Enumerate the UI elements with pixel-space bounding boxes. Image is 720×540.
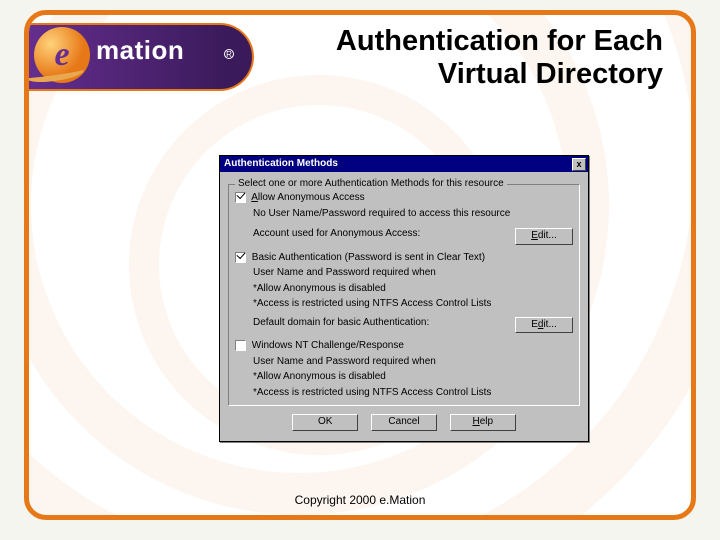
dialog-body: Select one or more Authentication Method… — [220, 172, 588, 441]
copyright: Copyright 2000 e.Mation — [29, 493, 691, 507]
basic-domain-label: Default domain for basic Authentication: — [253, 317, 429, 328]
anon-edit-button[interactable]: Edit... — [515, 228, 573, 245]
ntlm-label: Windows NT Challenge/Response — [252, 340, 404, 351]
basic-line3: *Access is restricted using NTFS Access … — [253, 298, 573, 311]
dialog-titlebar[interactable]: Authentication Methods x — [220, 156, 588, 172]
checkbox-ntlm[interactable] — [235, 340, 246, 351]
logo-text: mation — [96, 37, 184, 63]
basic-line1: User Name and Password required when — [253, 267, 573, 280]
auth-group: Select one or more Authentication Method… — [228, 184, 580, 406]
group-legend: Select one or more Authentication Method… — [235, 178, 507, 191]
anon-account-label: Account used for Anonymous Access: — [253, 228, 420, 239]
registered-icon: R — [224, 49, 234, 59]
anon-row: Allow Anonymous Access — [235, 192, 573, 205]
anon-desc: No User Name/Password required to access… — [253, 208, 573, 221]
anon-label: Allow Anonymous Access — [251, 192, 364, 203]
dialog-buttons: OK Cancel Help — [228, 406, 580, 433]
checkbox-basic[interactable] — [235, 252, 246, 263]
cancel-button[interactable]: Cancel — [371, 414, 437, 431]
help-button[interactable]: Help — [450, 414, 516, 431]
auth-methods-dialog: Authentication Methods x Select one or m… — [219, 155, 589, 442]
basic-row: Basic Authentication (Password is sent i… — [235, 252, 573, 265]
ntlm-line3: *Access is restricted using NTFS Access … — [253, 387, 573, 400]
close-button[interactable]: x — [572, 158, 586, 171]
ok-button[interactable]: OK — [292, 414, 358, 431]
checkbox-anonymous[interactable] — [235, 192, 246, 203]
dialog-title: Authentication Methods — [224, 158, 338, 171]
basic-line2: *Allow Anonymous is disabled — [253, 283, 573, 296]
logo: e mation R — [24, 23, 254, 98]
ntlm-row: Windows NT Challenge/Response — [235, 340, 573, 353]
basic-domain-row: Default domain for basic Authentication:… — [253, 317, 573, 330]
slide-frame: e mation R Authentication for Each Virtu… — [24, 10, 696, 520]
slide-title: Authentication for Each Virtual Director… — [283, 25, 663, 92]
anon-account-row: Account used for Anonymous Access: Edit.… — [253, 228, 573, 241]
ntlm-line2: *Allow Anonymous is disabled — [253, 371, 573, 384]
ntlm-line1: User Name and Password required when — [253, 356, 573, 369]
basic-edit-button[interactable]: Edit... — [515, 317, 573, 334]
basic-label: Basic Authentication (Password is sent i… — [252, 252, 485, 263]
